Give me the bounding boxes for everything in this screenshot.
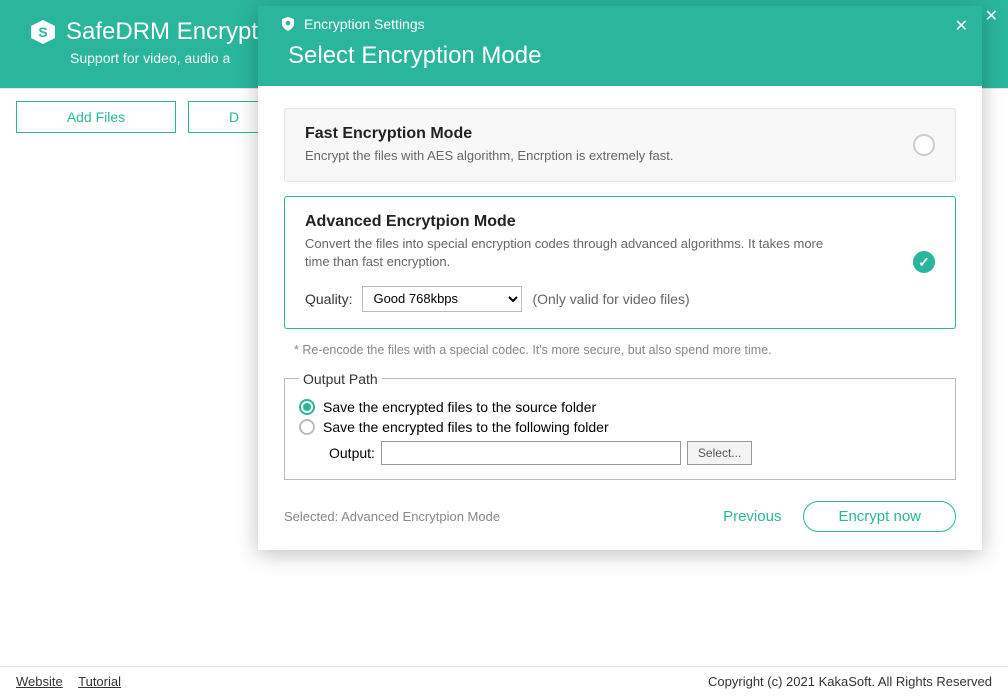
reencode-hint: * Re-encode the files with a special cod… [294, 343, 956, 357]
add-files-button[interactable]: Add Files [16, 101, 176, 133]
output-legend: Output Path [299, 371, 382, 387]
fast-mode-desc: Encrypt the files with AES algorithm, En… [305, 147, 935, 165]
copyright-text: Copyright (c) 2021 KakaSoft. All Rights … [708, 674, 992, 689]
statusbar: Website Tutorial Copyright (c) 2021 Kaka… [0, 666, 1008, 696]
dialog-title: Select Encryption Mode [288, 42, 960, 70]
fast-mode-title: Fast Encryption Mode [305, 125, 935, 143]
previous-button[interactable]: Previous [723, 508, 781, 525]
encryption-settings-dialog: ✕ Encryption Settings Select Encryption … [258, 6, 982, 550]
website-link[interactable]: Website [16, 674, 63, 689]
shield-icon [280, 16, 296, 32]
app-title: SafeDRM Encryptio [66, 18, 277, 46]
select-folder-button[interactable]: Select... [687, 441, 752, 465]
radio-on-icon [299, 399, 315, 415]
fast-mode-radio[interactable]: ✓ [913, 134, 935, 156]
advanced-mode-radio[interactable]: ✓ [913, 251, 935, 273]
tutorial-link[interactable]: Tutorial [78, 674, 121, 689]
advanced-mode-desc: Convert the files into special encryptio… [305, 235, 845, 271]
output-custom-radio-row[interactable]: Save the encrypted files to the followin… [299, 419, 941, 435]
close-icon[interactable]: ✕ [985, 6, 998, 26]
output-path-input[interactable] [381, 441, 681, 465]
output-label: Output: [329, 445, 375, 461]
app-logo-icon: S [30, 19, 56, 45]
output-source-label: Save the encrypted files to the source f… [323, 399, 596, 415]
output-custom-label: Save the encrypted files to the followin… [323, 419, 609, 435]
quality-label: Quality: [305, 291, 352, 307]
svg-text:S: S [38, 24, 47, 40]
dialog-close-icon[interactable]: ✕ [955, 16, 968, 36]
dialog-header: ✕ Encryption Settings Select Encryption … [258, 6, 982, 86]
fast-mode-card[interactable]: Fast Encryption Mode Encrypt the files w… [284, 108, 956, 182]
radio-off-icon [299, 419, 315, 435]
selected-mode-label: Selected: Advanced Encrytpion Mode [284, 509, 500, 524]
dialog-header-label: Encryption Settings [304, 16, 425, 32]
quality-note: (Only valid for video files) [532, 291, 689, 307]
advanced-mode-card[interactable]: Advanced Encrytpion Mode Convert the fil… [284, 196, 956, 328]
encrypt-now-button[interactable]: Encrypt now [803, 501, 956, 532]
output-path-group: Output Path Save the encrypted files to … [284, 371, 956, 480]
toolbar-second-button[interactable]: D [188, 101, 268, 133]
advanced-mode-title: Advanced Encrytpion Mode [305, 213, 935, 231]
quality-select[interactable]: Good 768kbps [362, 286, 522, 312]
output-source-radio-row[interactable]: Save the encrypted files to the source f… [299, 399, 941, 415]
